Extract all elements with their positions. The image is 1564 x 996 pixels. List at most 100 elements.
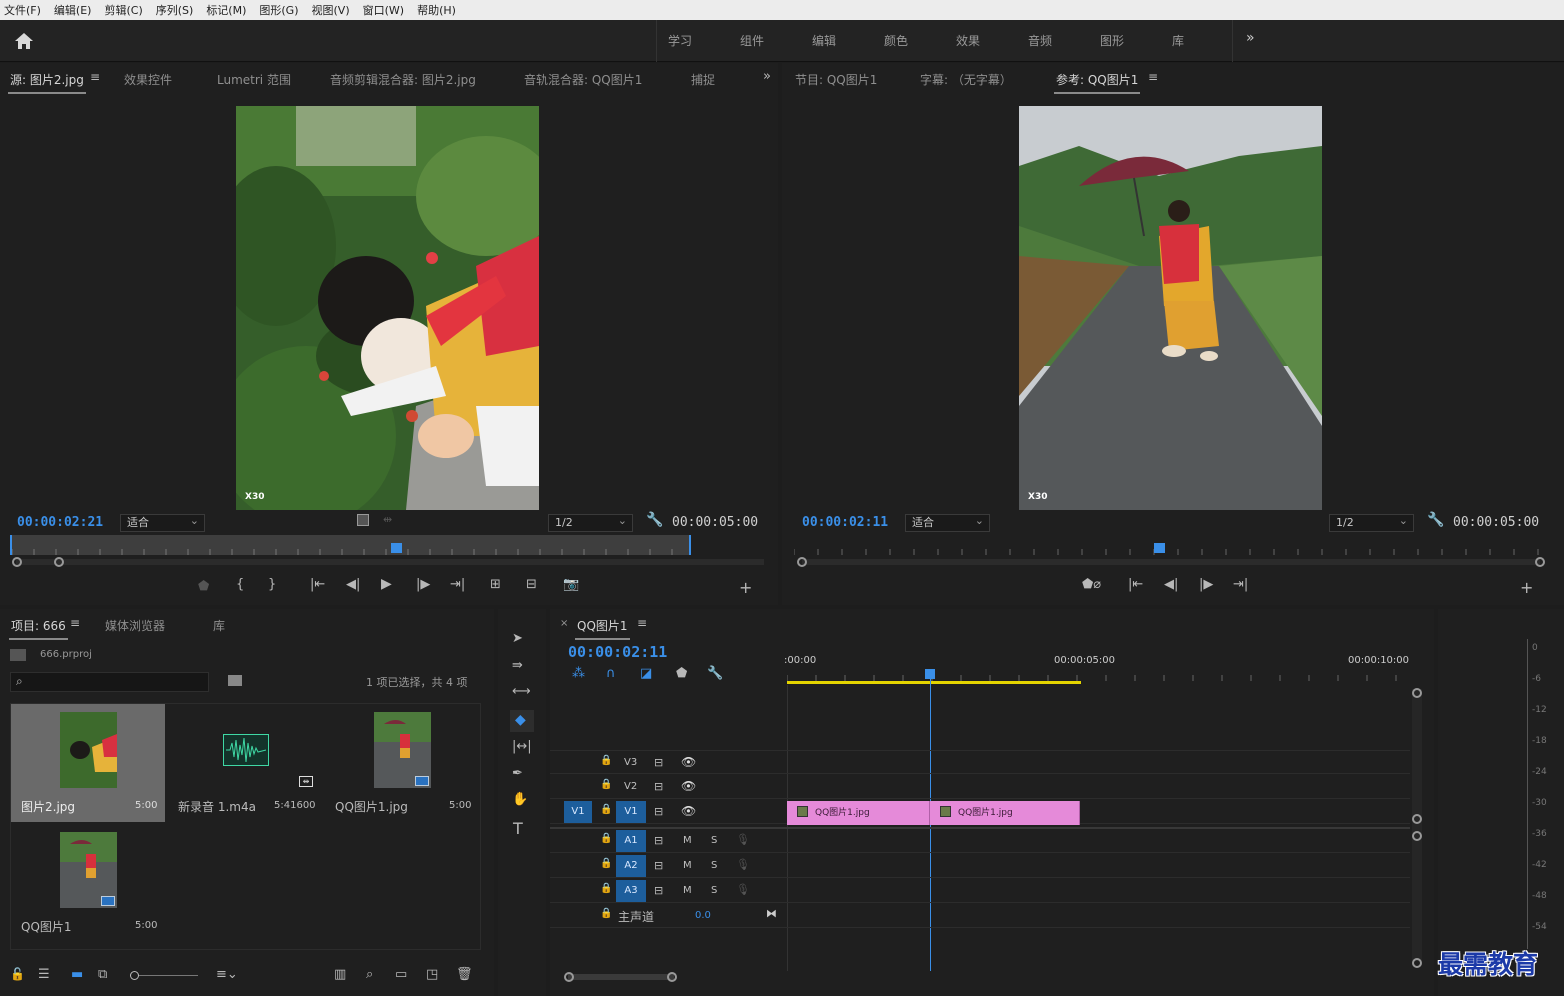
voice-over-icon[interactable]: 🎙: [736, 883, 750, 896]
sync-lock-icon[interactable]: ⊟: [654, 884, 663, 897]
panel-menu-icon[interactable]: ≡: [1148, 70, 1158, 84]
tab-program[interactable]: 节目: QQ图片1: [795, 71, 877, 88]
timeline-zoom-scroll[interactable]: [568, 974, 674, 980]
new-bin-from-search-icon[interactable]: [228, 675, 242, 686]
tab-source[interactable]: 源: 图片2.jpg: [8, 71, 86, 94]
lock-icon[interactable]: 🔒: [600, 779, 612, 790]
workspace-editing[interactable]: 编辑: [812, 32, 836, 49]
mute-button[interactable]: M: [683, 860, 692, 871]
home-icon[interactable]: [14, 32, 34, 50]
menu-item[interactable]: 帮助(H): [417, 2, 456, 18]
track-label[interactable]: A1: [616, 830, 646, 852]
menu-item[interactable]: 序列(S): [156, 2, 194, 18]
add-marker-icon[interactable]: ⬟: [676, 666, 687, 681]
safe-margins-icon[interactable]: ⇹: [383, 513, 392, 526]
timeline-playhead[interactable]: [925, 669, 935, 679]
new-bin-icon[interactable]: ▭: [395, 967, 407, 982]
tab-sequence[interactable]: QQ图片1: [575, 617, 630, 640]
source-playhead[interactable]: [391, 543, 402, 553]
lock-icon[interactable]: 🔒: [600, 833, 612, 844]
insert-icon[interactable]: ⊞: [490, 577, 501, 592]
timeline-timecode[interactable]: 00:00:02:11: [568, 643, 667, 661]
more-workspaces-icon[interactable]: »: [1246, 30, 1255, 46]
track-select-tool-icon[interactable]: ⇛: [512, 658, 523, 673]
razor-tool-icon[interactable]: ◆: [510, 710, 534, 732]
snap-icon[interactable]: ∩: [606, 666, 616, 681]
program-playhead[interactable]: [1154, 543, 1165, 553]
zoom-handle-left[interactable]: [797, 557, 807, 567]
source-time-ruler[interactable]: [10, 535, 691, 555]
eye-icon[interactable]: 👁: [681, 755, 696, 769]
sync-lock-icon[interactable]: ⊟: [654, 805, 663, 818]
sort-icon[interactable]: ≡⌄: [216, 967, 238, 982]
zoom-handle-right[interactable]: [667, 972, 677, 982]
panel-menu-icon[interactable]: ≡: [637, 616, 647, 630]
go-to-in-icon[interactable]: |⇤: [310, 577, 325, 592]
mark-in-icon[interactable]: {: [236, 577, 244, 592]
program-zoom-select[interactable]: 适合: [905, 513, 990, 532]
scroll-handle[interactable]: [1412, 688, 1422, 698]
thumbnail-size-slider[interactable]: [130, 975, 198, 976]
lock-icon[interactable]: 🔒: [600, 858, 612, 869]
play-icon[interactable]: ▶: [381, 576, 392, 592]
go-to-edit-icon[interactable]: ⧓: [766, 907, 777, 920]
solo-button[interactable]: S: [711, 885, 717, 896]
button-editor-icon[interactable]: +: [1520, 578, 1533, 597]
menu-item[interactable]: 窗口(W): [363, 2, 404, 18]
automate-to-sequence-icon[interactable]: ▥: [334, 967, 346, 982]
slider-handle[interactable]: [130, 971, 139, 980]
solo-button[interactable]: S: [711, 835, 717, 846]
sync-lock-icon[interactable]: ⊟: [654, 859, 663, 872]
program-timecode[interactable]: 00:00:02:11: [802, 515, 888, 530]
source-resolution-select[interactable]: 1/2: [548, 513, 633, 532]
tab-reference[interactable]: 参考: QQ图片1: [1053, 71, 1141, 94]
tab-audio-clip-mixer[interactable]: 音频剪辑混合器: 图片2.jpg: [330, 71, 476, 88]
lock-icon[interactable]: 🔓: [10, 967, 25, 981]
workspace-learn[interactable]: 学习: [668, 32, 692, 49]
find-icon[interactable]: ⌕: [366, 967, 373, 982]
scroll-handle[interactable]: [1412, 958, 1422, 968]
list-view-icon[interactable]: ☰: [38, 967, 50, 982]
workspace-color[interactable]: 颜色: [884, 32, 908, 49]
overwrite-icon[interactable]: ⊟: [526, 577, 537, 592]
master-volume[interactable]: 0.0: [695, 910, 711, 921]
project-item[interactable]: QQ图片1 5:00: [11, 824, 165, 942]
mark-out-icon[interactable]: }: [268, 577, 276, 592]
tab-effect-controls[interactable]: 效果控件: [124, 71, 172, 88]
eye-icon[interactable]: 👁: [681, 804, 696, 818]
lift-extract-icon[interactable]: ⬟⌀: [1082, 577, 1101, 592]
timeline-ruler[interactable]: [786, 667, 1407, 681]
tab-project[interactable]: 项目: 666: [9, 617, 68, 640]
icon-view-icon[interactable]: ▬: [71, 967, 83, 982]
menu-item[interactable]: 视图(V): [312, 2, 350, 18]
close-icon[interactable]: ×: [560, 618, 568, 629]
tab-media-browser[interactable]: 媒体浏览器: [105, 617, 165, 634]
slip-tool-icon[interactable]: |↔|: [512, 739, 532, 754]
mute-button[interactable]: M: [683, 835, 692, 846]
voice-over-icon[interactable]: 🎙: [736, 833, 750, 846]
ripple-edit-tool-icon[interactable]: ⟷: [512, 684, 531, 699]
tab-libraries[interactable]: 库: [213, 617, 225, 634]
add-marker-icon[interactable]: ⬟: [198, 579, 209, 594]
go-to-out-icon[interactable]: ⇥|: [1233, 577, 1248, 592]
source-patch-v1[interactable]: V1: [564, 801, 592, 823]
sync-lock-icon[interactable]: ⊟: [654, 834, 663, 847]
go-to-in-icon[interactable]: |⇤: [1128, 577, 1143, 592]
panel-menu-icon[interactable]: ≡: [90, 70, 100, 84]
tab-audio-track-mixer[interactable]: 音轨混合器: QQ图片1: [524, 71, 642, 88]
tab-lumetri-scopes[interactable]: Lumetri 范围: [217, 71, 291, 88]
track-label[interactable]: V1: [616, 801, 646, 823]
sync-lock-icon[interactable]: ⊟: [654, 780, 663, 793]
wrench-icon[interactable]: 🔧: [1427, 512, 1444, 528]
work-area-bar[interactable]: [787, 681, 1081, 684]
project-item[interactable]: 图片2.jpg 5:00: [11, 704, 165, 822]
workspace-audio[interactable]: 音频: [1028, 32, 1052, 49]
sync-lock-icon[interactable]: ⊟: [654, 756, 663, 769]
export-frame-icon[interactable]: 📷: [563, 577, 579, 592]
zoom-handle-right[interactable]: [54, 557, 64, 567]
mute-button[interactable]: M: [683, 885, 692, 896]
menu-item[interactable]: 文件(F): [4, 2, 41, 18]
hand-tool-icon[interactable]: ✋: [512, 792, 528, 807]
source-zoom-select[interactable]: 适合: [120, 513, 205, 532]
drop-frame-icon[interactable]: [357, 514, 369, 526]
